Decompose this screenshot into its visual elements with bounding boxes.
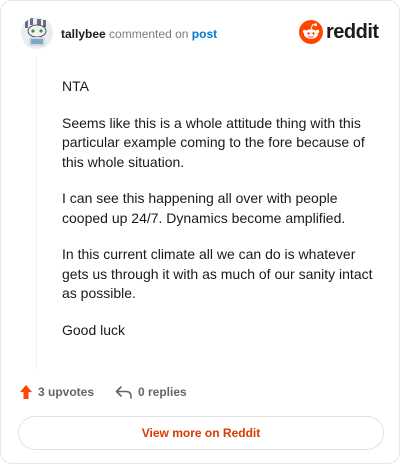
comment-paragraph: In this current climate all we can do is… — [62, 246, 373, 301]
snoo-avatar-icon — [21, 17, 53, 49]
post-link[interactable]: post — [192, 27, 217, 41]
action-text: commented on — [109, 27, 189, 41]
comment-paragraph: I can see this happening all over with p… — [62, 190, 346, 226]
reply-count: 0 replies — [138, 385, 187, 399]
comment-byline: tallybee commented on post — [61, 27, 217, 41]
view-more-button[interactable]: View more on Reddit — [18, 416, 384, 450]
reddit-wordmark: reddit — [326, 21, 379, 43]
upvote-button[interactable]: 3 upvotes — [19, 382, 94, 402]
comment-paragraph: Good luck — [62, 321, 126, 338]
thread-line[interactable] — [36, 57, 37, 369]
user-avatar[interactable] — [21, 17, 53, 49]
reddit-brand[interactable]: reddit — [299, 20, 383, 46]
username-link[interactable]: tallybee — [61, 27, 106, 41]
reddit-logo-icon — [299, 20, 323, 44]
upvote-count: 3 upvotes — [38, 385, 95, 399]
comment-body: NTA Seems like this is a whole attitude … — [62, 77, 382, 357]
comment-paragraph: Seems like this is a whole attitude thin… — [62, 114, 365, 170]
comment-header: tallybee commented on post reddit — [21, 17, 383, 51]
upvote-arrow-icon — [20, 385, 32, 399]
comment-embed-card: tallybee commented on post reddit NTA Se… — [0, 0, 400, 464]
comment-actions: 3 upvotes 0 replies — [19, 382, 381, 402]
comment-paragraph: NTA — [62, 78, 89, 94]
replies-button[interactable]: 0 replies — [115, 382, 187, 402]
reply-arrow-icon — [115, 386, 132, 399]
